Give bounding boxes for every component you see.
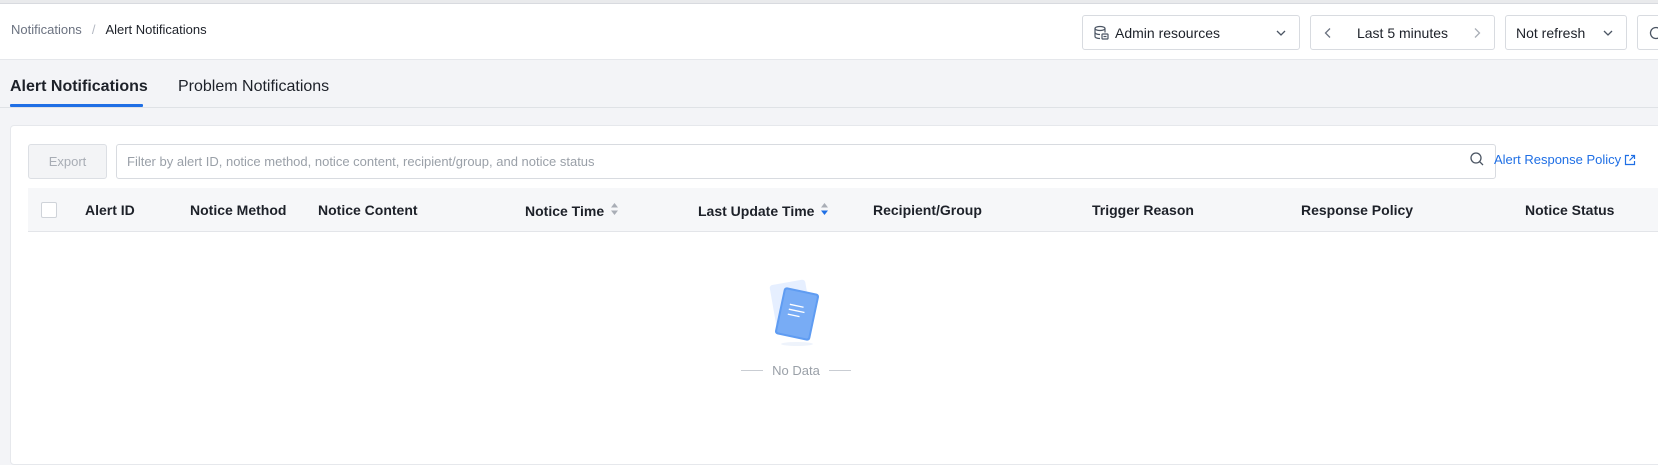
external-link-icon	[1625, 154, 1636, 165]
time-range-picker[interactable]: Last 5 minutes	[1310, 15, 1495, 50]
empty-document-icon	[767, 276, 827, 353]
tab-bar: Alert Notifications Problem Notification…	[0, 60, 1658, 108]
search-icon[interactable]	[1469, 151, 1485, 172]
tab-problem-notifications[interactable]: Problem Notifications	[178, 78, 329, 96]
policy-link-label: Alert Response Policy	[1494, 152, 1622, 167]
column-recipient-group: Recipient/Group	[873, 202, 982, 218]
top-bar: Notifications / Alert Notifications Admi…	[0, 0, 1658, 60]
chevron-right-icon	[1474, 27, 1481, 38]
active-tab-indicator	[10, 104, 143, 107]
empty-state-text: No Data	[731, 363, 861, 378]
resource-selector[interactable]: Admin resources	[1082, 15, 1300, 50]
breadcrumb: Notifications / Alert Notifications	[11, 22, 207, 37]
resource-selector-label: Admin resources	[1115, 24, 1221, 41]
database-icon	[1093, 25, 1109, 41]
column-notice-content: Notice Content	[318, 202, 418, 218]
breadcrumb-notifications[interactable]: Notifications	[11, 22, 82, 37]
refresh-selector-label: Not refresh	[1516, 24, 1586, 41]
column-notice-method: Notice Method	[190, 202, 287, 218]
chevron-down-icon	[1275, 27, 1287, 39]
column-trigger-reason: Trigger Reason	[1092, 202, 1194, 218]
refresh-button[interactable]	[1637, 15, 1658, 50]
select-all-checkbox[interactable]	[41, 202, 57, 218]
export-button[interactable]: Export	[28, 144, 107, 179]
chevron-left-icon	[1324, 27, 1331, 38]
column-last-update-time[interactable]: Last Update Time	[698, 202, 829, 219]
window-edge	[0, 0, 1658, 4]
filter-search-input[interactable]	[127, 154, 1469, 169]
sort-icon[interactable]	[610, 202, 619, 219]
tab-alert-notifications[interactable]: Alert Notifications	[10, 78, 148, 96]
refresh-icon	[1648, 25, 1658, 41]
column-response-policy: Response Policy	[1301, 202, 1414, 218]
filter-search-box[interactable]	[116, 144, 1496, 179]
next-range-button[interactable]	[1460, 16, 1494, 49]
column-alert-id: Alert ID	[85, 202, 135, 218]
chevron-down-icon	[1602, 27, 1614, 39]
breadcrumb-separator: /	[91, 22, 96, 37]
alert-response-policy-link[interactable]: Alert Response Policy	[1494, 152, 1636, 167]
column-notice-status: Notice Status	[1525, 202, 1615, 218]
previous-range-button[interactable]	[1311, 16, 1345, 49]
sort-descending-icon[interactable]	[820, 202, 829, 219]
column-notice-time[interactable]: Notice Time	[525, 202, 619, 219]
table-header: Alert ID Notice Method Notice Content No…	[28, 188, 1658, 232]
notifications-panel: Export Alert Response Policy Alert ID No…	[10, 125, 1658, 465]
time-range-label[interactable]: Last 5 minutes	[1345, 25, 1460, 41]
refresh-selector[interactable]: Not refresh	[1505, 15, 1627, 50]
breadcrumb-current: Alert Notifications	[105, 22, 207, 37]
